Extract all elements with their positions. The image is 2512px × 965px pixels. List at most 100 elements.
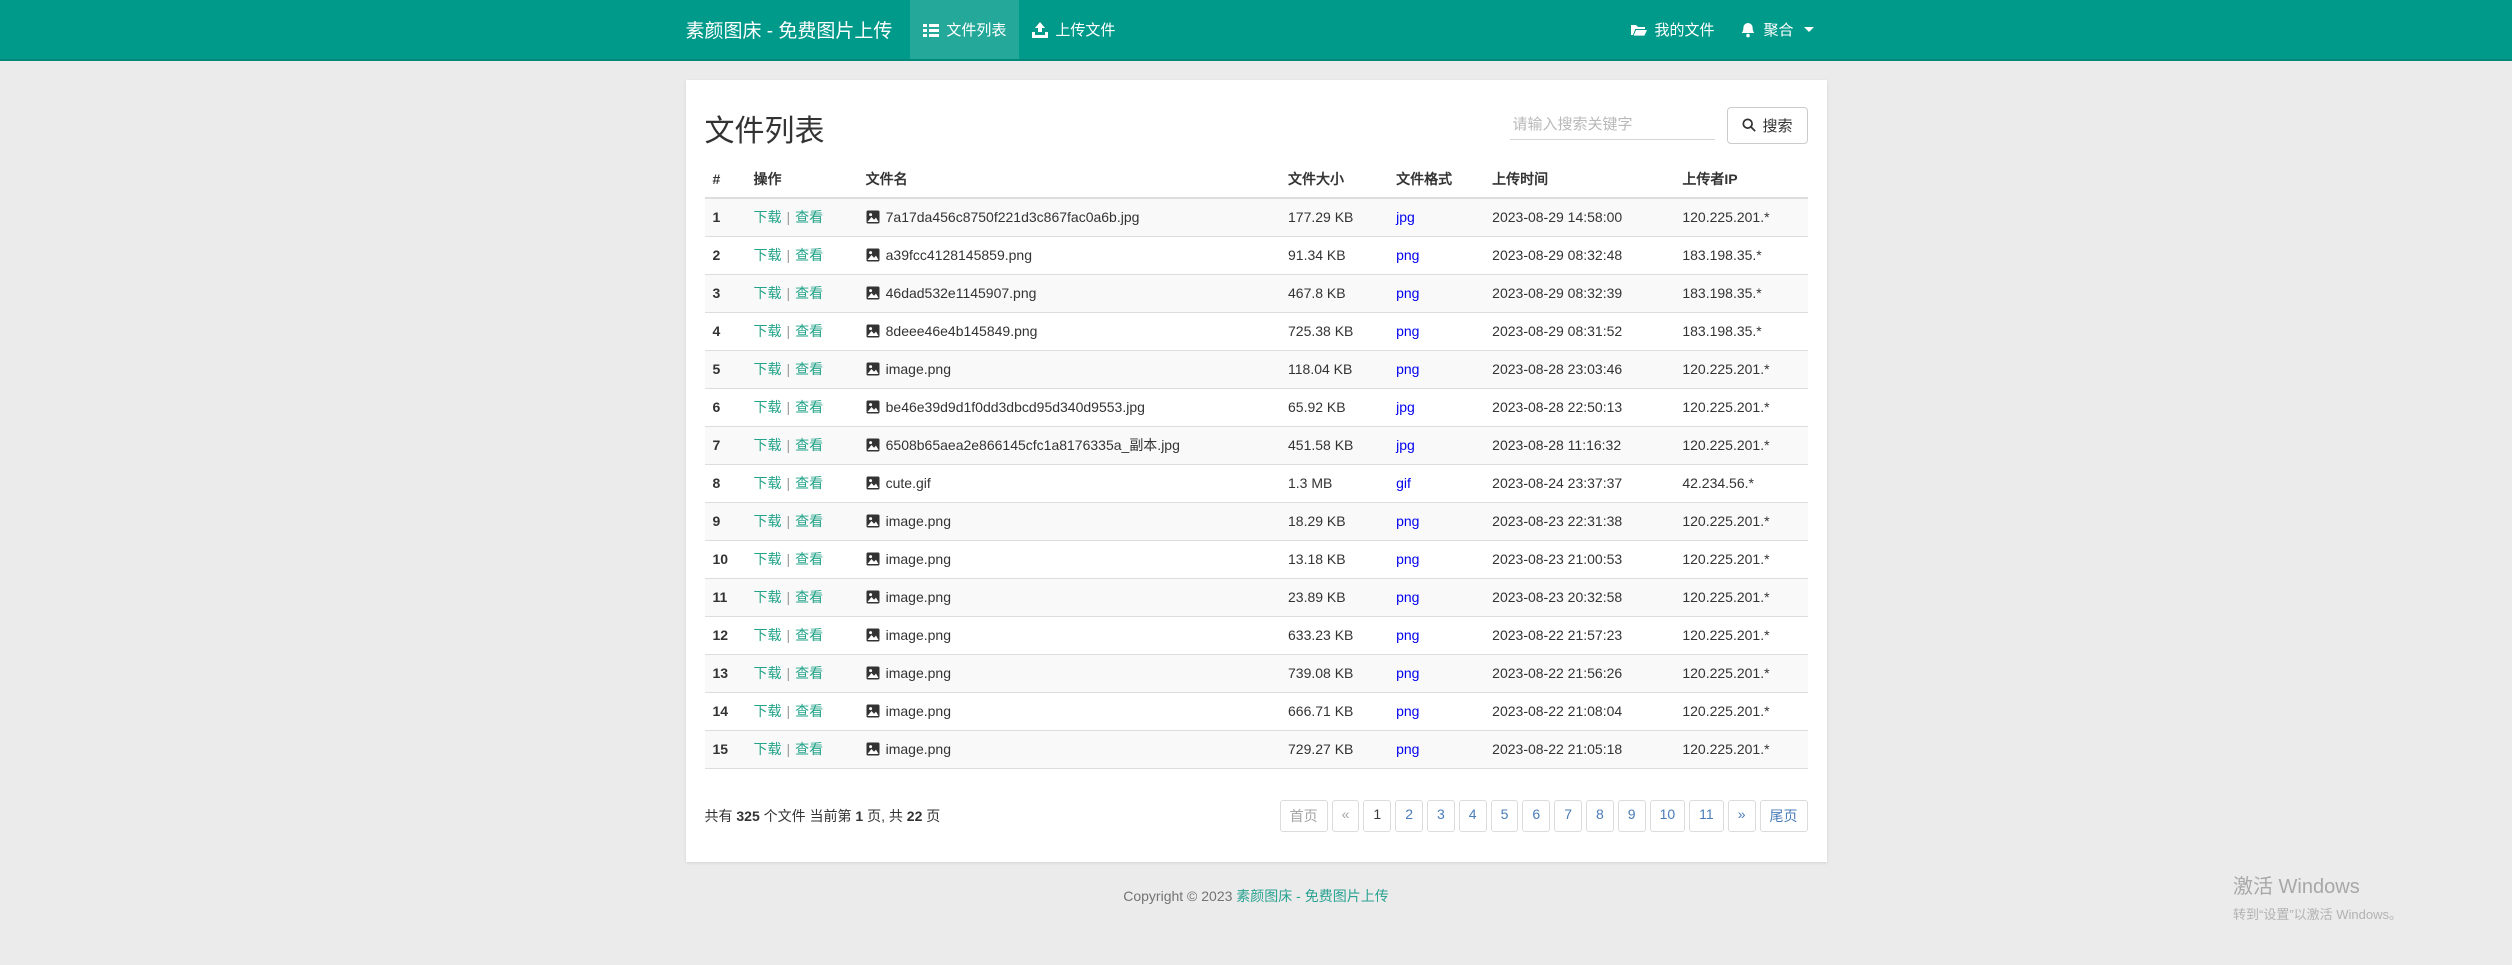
table-row: 13 下载|查看 image.png 739.08 KB png 2023-08… [705, 655, 1808, 693]
page-item-8[interactable]: 8 [1586, 800, 1614, 832]
row-filename: image.png [886, 589, 951, 605]
view-link[interactable]: 查看 [795, 551, 823, 567]
search-button[interactable]: 搜索 [1727, 107, 1807, 144]
upload-icon [1032, 22, 1048, 38]
format-link[interactable]: png [1396, 551, 1419, 567]
header-actions: 操作 [746, 164, 858, 198]
row-ip: 120.225.201.* [1674, 541, 1807, 579]
page-item-尾页[interactable]: 尾页 [1760, 800, 1808, 832]
row-actions: 下载|查看 [746, 351, 858, 389]
row-actions: 下载|查看 [746, 198, 858, 237]
view-link[interactable]: 查看 [795, 209, 823, 225]
row-actions: 下载|查看 [746, 465, 858, 503]
download-link[interactable]: 下载 [754, 551, 782, 567]
view-link[interactable]: 查看 [795, 475, 823, 491]
row-time: 2023-08-22 21:57:23 [1484, 617, 1674, 655]
format-link[interactable]: jpg [1396, 209, 1415, 225]
caret-down-icon [1804, 27, 1814, 32]
download-link[interactable]: 下载 [754, 627, 782, 643]
download-link[interactable]: 下载 [754, 589, 782, 605]
download-link[interactable]: 下载 [754, 665, 782, 681]
page-item-9[interactable]: 9 [1618, 800, 1646, 832]
download-link[interactable]: 下载 [754, 399, 782, 415]
view-link[interactable]: 查看 [795, 513, 823, 529]
row-filename-cell: 7a17da456c8750f221d3c867fac0a6b.jpg [858, 198, 1280, 237]
page-item-2[interactable]: 2 [1395, 800, 1423, 832]
view-link[interactable]: 查看 [795, 741, 823, 757]
page-item-7[interactable]: 7 [1554, 800, 1582, 832]
download-link[interactable]: 下载 [754, 703, 782, 719]
download-link[interactable]: 下载 [754, 475, 782, 491]
download-link[interactable]: 下载 [754, 285, 782, 301]
page-item-6[interactable]: 6 [1522, 800, 1550, 832]
view-link[interactable]: 查看 [795, 247, 823, 263]
page-item-3[interactable]: 3 [1427, 800, 1455, 832]
row-time: 2023-08-22 21:08:04 [1484, 693, 1674, 731]
format-link[interactable]: png [1396, 513, 1419, 529]
row-time: 2023-08-28 11:16:32 [1484, 427, 1674, 465]
page-item-11[interactable]: 11 [1689, 800, 1724, 832]
row-index: 15 [705, 731, 746, 769]
row-format-cell: png [1388, 503, 1484, 541]
format-link[interactable]: png [1396, 627, 1419, 643]
footer-brand-link[interactable]: 素颜图床 - 免费图片上传 [1236, 888, 1388, 904]
format-link[interactable]: png [1396, 247, 1419, 263]
header-size: 文件大小 [1280, 164, 1388, 198]
my-files-menu[interactable]: 我的文件 [1618, 0, 1727, 59]
row-format-cell: png [1388, 655, 1484, 693]
format-link[interactable]: png [1396, 361, 1419, 377]
row-filename-cell: 8deee46e4b145849.png [858, 313, 1280, 351]
tab-file-list[interactable]: 文件列表 [910, 0, 1019, 59]
action-separator: | [787, 247, 791, 263]
aggregate-menu[interactable]: 聚合 [1727, 0, 1826, 59]
row-actions: 下载|查看 [746, 731, 858, 769]
search-input[interactable] [1510, 110, 1715, 140]
format-link[interactable]: png [1396, 703, 1419, 719]
format-link[interactable]: gif [1396, 475, 1411, 491]
tab-upload-file[interactable]: 上传文件 [1019, 0, 1128, 59]
row-index: 10 [705, 541, 746, 579]
download-link[interactable]: 下载 [754, 513, 782, 529]
row-ip: 120.225.201.* [1674, 617, 1807, 655]
download-link[interactable]: 下载 [754, 209, 782, 225]
row-time: 2023-08-28 22:50:13 [1484, 389, 1674, 427]
view-link[interactable]: 查看 [795, 703, 823, 719]
page-item-5[interactable]: 5 [1491, 800, 1519, 832]
view-link[interactable]: 查看 [795, 627, 823, 643]
download-link[interactable]: 下载 [754, 741, 782, 757]
format-link[interactable]: png [1396, 665, 1419, 681]
view-link[interactable]: 查看 [795, 361, 823, 377]
view-link[interactable]: 查看 [795, 437, 823, 453]
row-format-cell: jpg [1388, 427, 1484, 465]
download-link[interactable]: 下载 [754, 437, 782, 453]
brand-link[interactable]: 素颜图床 - 免费图片上传 [686, 0, 893, 59]
table-row: 4 下载|查看 8deee46e4b145849.png 725.38 KB p… [705, 313, 1808, 351]
page-item-10[interactable]: 10 [1650, 800, 1686, 832]
row-ip: 120.225.201.* [1674, 579, 1807, 617]
format-link[interactable]: png [1396, 741, 1419, 757]
view-link[interactable]: 查看 [795, 589, 823, 605]
download-link[interactable]: 下载 [754, 361, 782, 377]
nav-tabs: 文件列表 上传文件 [910, 0, 1128, 59]
format-link[interactable]: jpg [1396, 399, 1415, 415]
row-actions: 下载|查看 [746, 655, 858, 693]
row-format-cell: png [1388, 617, 1484, 655]
file-image-icon [866, 248, 880, 262]
format-link[interactable]: png [1396, 323, 1419, 339]
row-size: 177.29 KB [1280, 198, 1388, 237]
view-link[interactable]: 查看 [795, 323, 823, 339]
file-image-icon [866, 476, 880, 490]
view-link[interactable]: 查看 [795, 399, 823, 415]
page-item-»[interactable]: » [1728, 800, 1756, 832]
view-link[interactable]: 查看 [795, 285, 823, 301]
format-link[interactable]: png [1396, 589, 1419, 605]
download-link[interactable]: 下载 [754, 323, 782, 339]
view-link[interactable]: 查看 [795, 665, 823, 681]
row-ip: 120.225.201.* [1674, 389, 1807, 427]
file-image-icon [866, 628, 880, 642]
download-link[interactable]: 下载 [754, 247, 782, 263]
page-item-4[interactable]: 4 [1459, 800, 1487, 832]
format-link[interactable]: png [1396, 285, 1419, 301]
summary-text: 页, 共 [863, 808, 907, 824]
format-link[interactable]: jpg [1396, 437, 1415, 453]
